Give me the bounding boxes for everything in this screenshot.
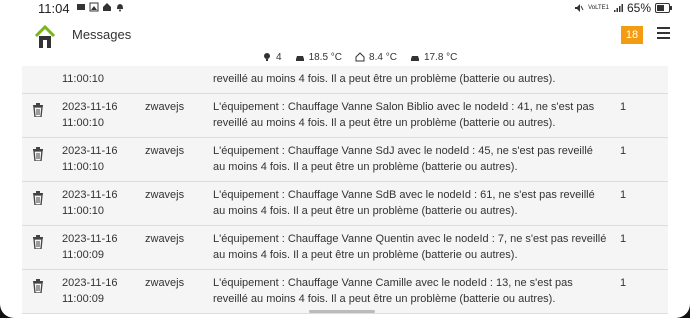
message-time: 11:00:09: [62, 293, 105, 305]
jeedom-logo-icon[interactable]: [34, 24, 56, 50]
weather-value-3: 17.8 °C: [423, 51, 458, 63]
network-label: VoLTE1: [588, 5, 609, 11]
message-text-line: L'équipement : Chauffage Vanne Camille a…: [213, 277, 573, 289]
media-icon: [77, 4, 85, 10]
message-source: zwavejs: [145, 145, 185, 157]
battery-icon: [655, 3, 672, 13]
table-row: 2023-11-16 11:00:09 zwavejs L'équipement…: [22, 270, 668, 314]
car-icon: [410, 56, 419, 61]
message-text-line: au moins 4 fois. Il a peut être un probl…: [213, 161, 518, 173]
message-datetime: 2023-11-16 11:00:10: [62, 99, 142, 131]
message-text-line: reveillé au moins 4 fois. Il a peut être…: [213, 293, 556, 305]
message-date: 2023-11-16: [62, 101, 118, 113]
status-bar: 11:04 VoLTE1 65%: [0, 0, 690, 18]
message-text-line: au moins 4 fois. Il a peut être un probl…: [213, 249, 518, 261]
bell-icon: [117, 4, 123, 12]
message-text: L'équipement : Chauffage Vanne SdB avec …: [213, 187, 613, 219]
message-time: 11:00:10: [62, 73, 105, 85]
table-row: 2023-11-16 11:00:10 zwavejs L'équipement…: [22, 94, 668, 138]
message-count: 1: [620, 277, 627, 289]
car-icon: [295, 56, 304, 61]
table-row: 2023-11-16 11:00:10 zwavejs L'équipement…: [22, 138, 668, 182]
trash-icon[interactable]: [32, 103, 44, 117]
signal-icon: [613, 4, 623, 12]
house-outline-icon: [355, 52, 365, 62]
weather-bar: 4 18.5 °C 8.4 °C 17.8 °C: [262, 50, 466, 64]
message-date: 2023-11-16: [62, 189, 118, 201]
message-text-line: au moins 4 fois. Il a peut être un probl…: [213, 205, 518, 217]
message-date: 2023-11-16: [62, 145, 118, 157]
mute-icon: [575, 4, 584, 12]
message-text-line: reveillé au moins 4 fois. Il a peut être…: [213, 117, 556, 129]
message-text: L'équipement : Chauffage Vanne SdJ avec …: [213, 143, 613, 175]
message-datetime: 2023-11-16 11:00:10: [62, 187, 142, 219]
message-source: zwavejs: [145, 101, 185, 113]
messages-table: 11:00:10 reveillé au moins 4 fois. Il a …: [22, 66, 668, 314]
message-count: 1: [620, 101, 627, 113]
message-source: zwavejs: [145, 277, 185, 289]
weather-value-0: 4: [276, 51, 282, 63]
table-row: 2023-11-16 11:00:10 zwavejs L'équipement…: [22, 182, 668, 226]
message-time: 11:00:10: [62, 205, 105, 217]
message-count: 1: [620, 145, 627, 157]
message-count-badge[interactable]: 18: [621, 26, 643, 44]
table-row: 11:00:10 reveillé au moins 4 fois. Il a …: [22, 66, 668, 94]
message-date: 2023-11-16: [62, 233, 118, 245]
weather-value-1: 18.5 °C: [308, 51, 343, 63]
message-text: L'équipement : Chauffage Vanne Salon Bib…: [213, 99, 613, 131]
message-source: zwavejs: [145, 189, 185, 201]
message-datetime: 2023-11-16 11:00:09: [62, 231, 142, 263]
message-count: 1: [620, 233, 627, 245]
message-text-line: reveillé au moins 4 fois. Il a peut être…: [213, 73, 556, 85]
message-text-line: L'équipement : Chauffage Vanne Salon Bib…: [213, 101, 595, 113]
home-icon: [103, 3, 111, 11]
message-datetime: 2023-11-16 11:00:10: [62, 143, 142, 175]
message-time: 11:00:09: [62, 249, 105, 261]
message-time: 11:00:10: [62, 117, 105, 129]
app-header: Messages 18 4 18.5 °C 8.4 °C 17.8 °C: [0, 18, 690, 66]
trash-icon[interactable]: [32, 279, 44, 293]
message-datetime: 2023-11-16 11:00:09: [62, 275, 142, 307]
message-text: L'équipement : Chauffage Vanne Camille a…: [213, 275, 613, 307]
message-text-line: L'équipement : Chauffage Vanne SdJ avec …: [213, 145, 593, 157]
lightbulb-icon: [264, 53, 270, 61]
message-date: 2023-11-16: [62, 277, 118, 289]
status-right: VoLTE1 65%: [574, 1, 672, 15]
message-text-line: L'équipement : Chauffage Vanne SdB avec …: [213, 189, 595, 201]
message-source: zwavejs: [145, 233, 185, 245]
gesture-nav-bar[interactable]: [309, 310, 375, 313]
message-count: 1: [620, 189, 627, 201]
weather-value-2: 8.4 °C: [369, 51, 397, 63]
message-text-line: L'équipement : Chauffage Vanne Quentin a…: [213, 233, 607, 245]
hamburger-menu-icon[interactable]: [657, 27, 670, 39]
trash-icon[interactable]: [32, 235, 44, 249]
status-time: 11:04: [38, 1, 70, 16]
image-icon: [89, 2, 99, 12]
trash-icon[interactable]: [32, 191, 44, 205]
app-screen: 11:04 VoLTE1 65% Messages 18 4 18.5 °C 8…: [0, 0, 690, 318]
message-text: reveillé au moins 4 fois. Il a peut être…: [213, 71, 613, 87]
trash-icon[interactable]: [32, 147, 44, 161]
notification-icons: [76, 2, 125, 12]
message-time: 11:00:10: [62, 161, 105, 173]
battery-percent: 65%: [626, 1, 651, 15]
table-row: 2023-11-16 11:00:09 zwavejs L'équipement…: [22, 226, 668, 270]
message-datetime: 11:00:10: [62, 71, 142, 87]
message-text: L'équipement : Chauffage Vanne Quentin a…: [213, 231, 613, 263]
page-title: Messages: [72, 27, 132, 42]
